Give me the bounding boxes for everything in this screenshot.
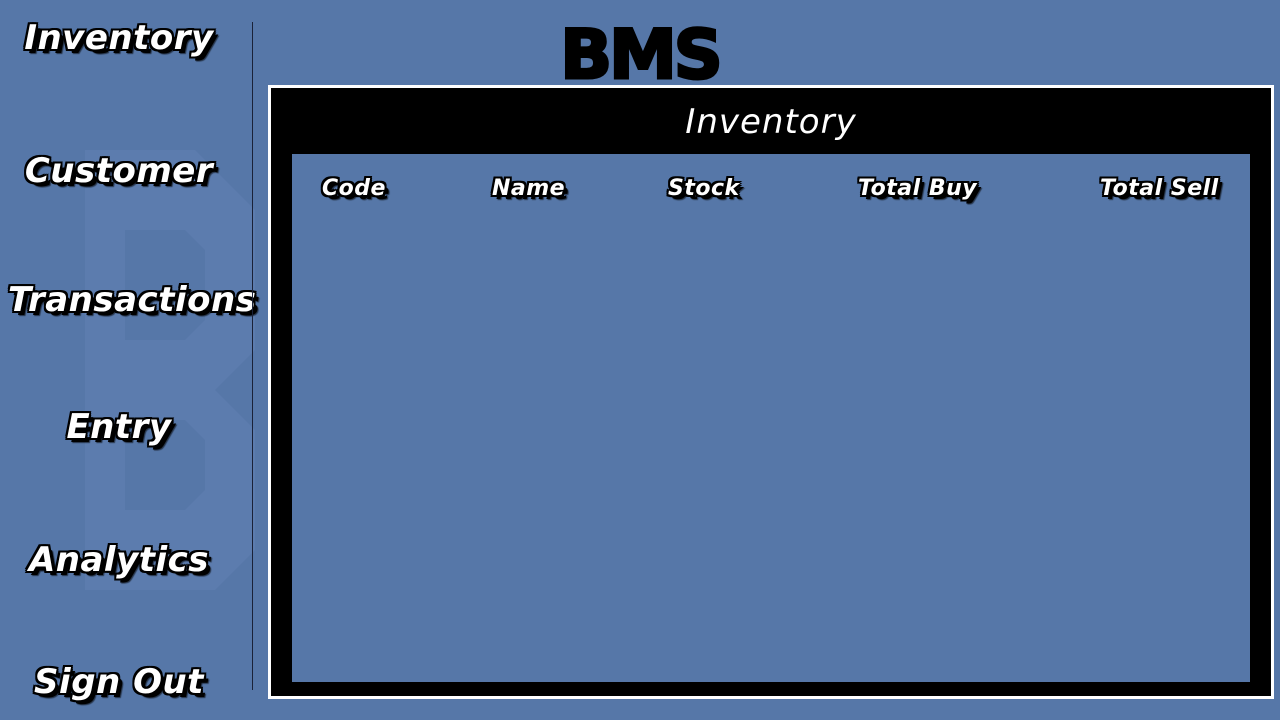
- sidebar-item-entry[interactable]: Entry: [0, 407, 238, 447]
- sidebar-item-customer[interactable]: Customer: [0, 151, 238, 191]
- sidebar-divider: [252, 22, 253, 690]
- column-header-total-sell: Total Sell: [1100, 176, 1219, 201]
- logo-text: BMS: [560, 18, 719, 84]
- sign-out-button[interactable]: Sign Out: [0, 662, 238, 702]
- column-header-total-buy: Total Buy: [858, 176, 978, 201]
- column-header-stock: Stock: [668, 176, 740, 201]
- inventory-panel: Inventory Code Name Stock Total Buy Tota…: [268, 85, 1274, 699]
- panel-title: Inventory: [685, 102, 857, 142]
- column-header-code: Code: [322, 176, 386, 201]
- column-header-name: Name: [492, 176, 566, 201]
- sidebar-item-transactions[interactable]: Transactions: [8, 280, 256, 320]
- sidebar-item-inventory[interactable]: Inventory: [0, 18, 238, 58]
- inventory-table: Code Name Stock Total Buy Total Sell: [292, 154, 1250, 682]
- app-logo: BMS: [560, 18, 720, 84]
- background-watermark: [85, 150, 255, 590]
- sidebar-item-analytics[interactable]: Analytics: [0, 540, 238, 580]
